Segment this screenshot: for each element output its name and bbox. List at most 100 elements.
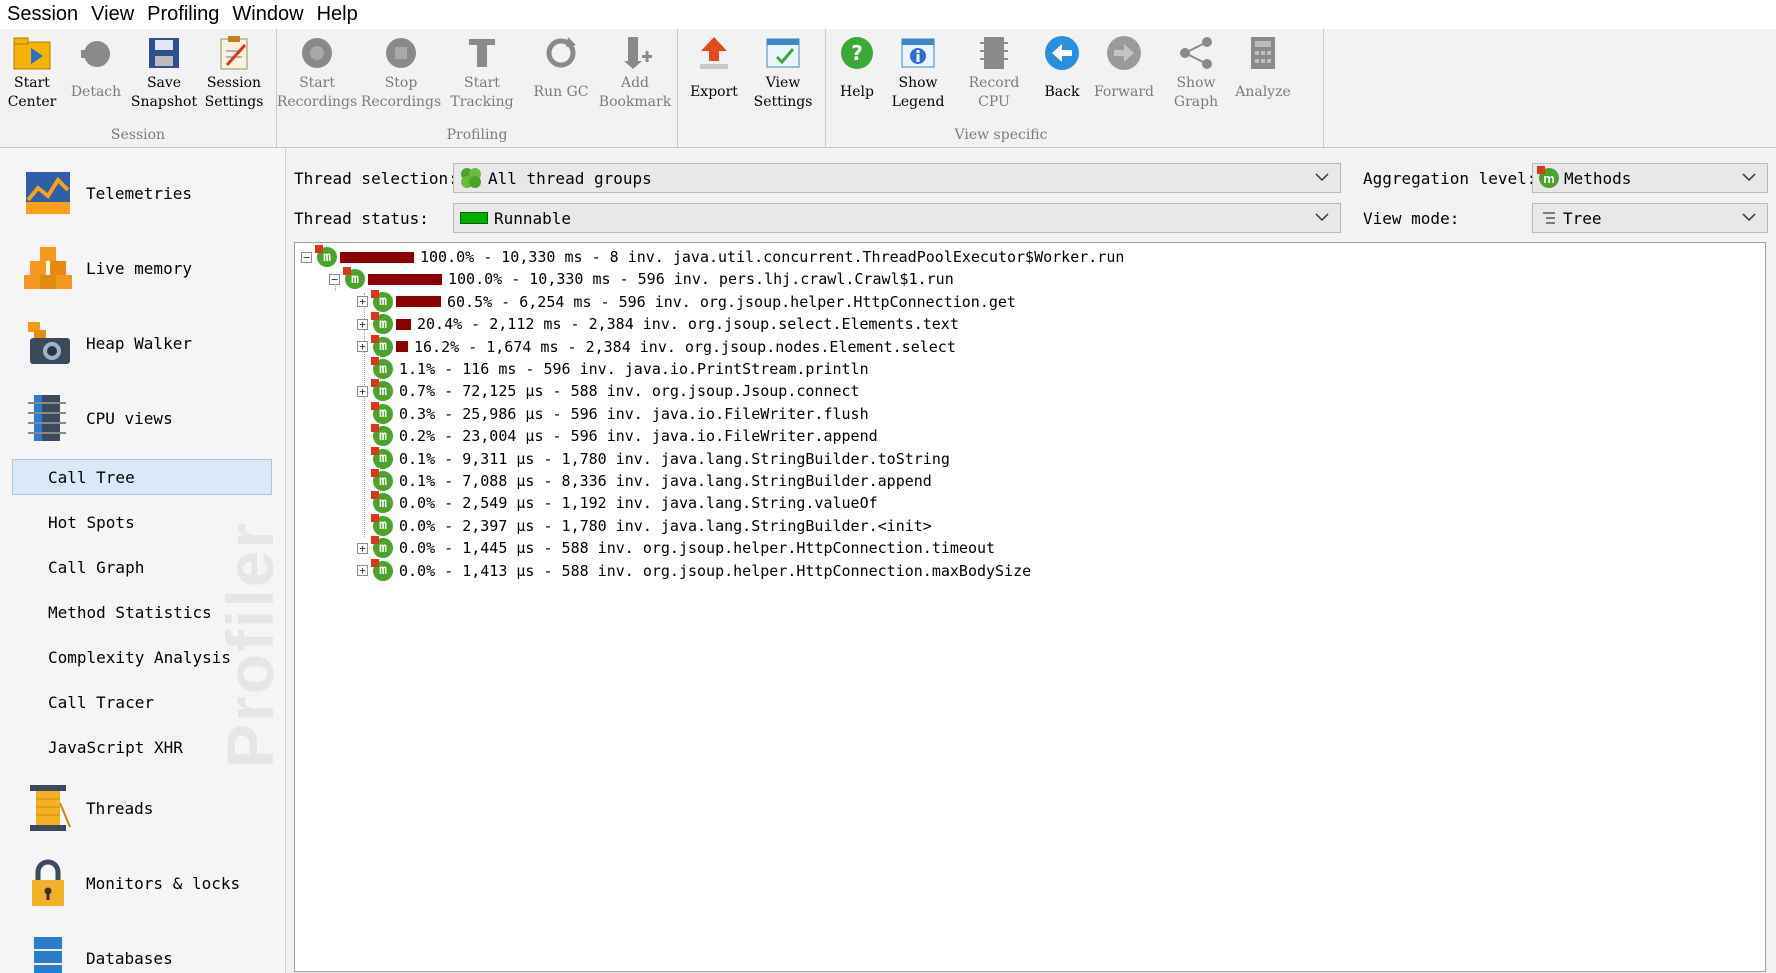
method-icon: m <box>371 491 393 514</box>
tree-row[interactable]: m 0.1% - 7,088 µs - 8,336 inv. java.lang.… <box>357 469 932 492</box>
record-cpu-button[interactable]: Record CPU <box>964 33 1024 123</box>
view-settings-icon <box>763 33 803 73</box>
save-snapshot-button[interactable]: Save Snapshot <box>131 33 197 123</box>
tree-row[interactable]: m 0.3% - 25,986 µs - 596 inv. java.io.Fil… <box>357 401 869 425</box>
expand-icon[interactable]: + <box>357 385 368 397</box>
thread-selection-dropdown[interactable]: All thread groups <box>453 163 1341 193</box>
disk-icon <box>144 33 184 73</box>
analyze-button[interactable]: Analyze <box>1228 33 1298 123</box>
tree-row[interactable]: + m 20.4% - 2,112 ms - 2,384 inv. org.jsou… <box>357 312 959 335</box>
cpu-chip-icon <box>974 33 1014 73</box>
chevron-down-icon <box>1314 209 1330 230</box>
expand-icon[interactable]: + <box>357 318 368 330</box>
collapse-icon[interactable]: − <box>301 251 312 263</box>
session-settings-button[interactable]: Session Settings <box>202 33 266 123</box>
tree-row[interactable]: + m 0.7% - 72,125 µs - 588 inv. org.jsoup.… <box>357 379 860 402</box>
expand-icon[interactable]: + <box>357 542 368 554</box>
tree-row[interactable]: m 0.1% - 9,311 µs - 1,780 inv. java.lang.… <box>357 446 950 470</box>
view-settings-button[interactable]: View Settings <box>750 33 816 123</box>
stop-recordings-button[interactable]: Stop Recordings <box>361 33 441 123</box>
tree-row-label: 0.0% - 2,549 µs - 1,192 inv. java.lang.S… <box>399 494 878 513</box>
tree-row-label: 0.3% - 25,986 µs - 596 inv. java.io.File… <box>399 404 869 423</box>
sidebar-section-heap-walker[interactable]: Heap Walker <box>0 313 285 373</box>
sidebar-section-live-memory[interactable]: Live memory <box>0 238 285 298</box>
run-gc-button[interactable]: Run GC <box>529 33 593 123</box>
tree-row[interactable]: m 1.1% - 116 ms - 596 inv. java.io.PrintS… <box>357 357 869 380</box>
record-stop-icon <box>381 33 421 73</box>
folder-icon <box>12 33 52 73</box>
database-icon <box>22 933 74 973</box>
sidebar-item-call-tracer[interactable]: Call Tracer <box>48 693 154 712</box>
collapse-icon[interactable]: − <box>329 273 340 285</box>
method-icon: m <box>371 558 393 581</box>
sidebar-item-call-graph[interactable]: Call Graph <box>48 558 144 577</box>
tree-row[interactable]: + m 60.5% - 6,254 ms - 596 inv. org.jsoup.… <box>357 289 1016 313</box>
tree-row[interactable]: + m 16.2% - 1,674 ms - 2,384 inv. org.jsou… <box>357 334 956 358</box>
method-icon: m <box>371 289 393 312</box>
back-arrow-icon <box>1042 33 1082 73</box>
add-bookmark-button[interactable]: Add Bookmark <box>599 33 671 123</box>
tree-row[interactable]: m 0.2% - 23,004 µs - 596 inv. java.io.Fil… <box>357 424 878 447</box>
tree-row[interactable]: + m 0.0% - 1,413 µs - 588 inv. org.jsoup.h… <box>357 558 1031 582</box>
method-icon: m <box>371 513 393 536</box>
menu-view[interactable]: View <box>84 0 140 29</box>
tree-row-label: 0.2% - 23,004 µs - 596 inv. java.io.File… <box>399 427 878 446</box>
sidebar-item-complexity-analysis[interactable]: Complexity Analysis <box>48 648 231 667</box>
help-button[interactable]: ? Help <box>832 33 882 123</box>
tree-row-label: 0.1% - 7,088 µs - 8,336 inv. java.lang.S… <box>399 472 932 490</box>
cpu-views-icon <box>22 393 74 443</box>
start-recordings-button[interactable]: Start Recordings <box>277 33 357 123</box>
tree-row[interactable]: m 0.0% - 2,397 µs - 1,780 inv. java.lang.… <box>357 513 932 537</box>
call-tree[interactable]: − m 100.0% - 10,330 ms - 8 inv. java.util.… <box>294 242 1766 972</box>
sidebar-section-threads[interactable]: Threads <box>0 778 285 838</box>
method-icon: m <box>371 536 393 559</box>
forward-button[interactable]: Forward <box>1092 33 1156 123</box>
sidebar-item-call-tree[interactable]: Call Tree <box>48 468 135 487</box>
method-icon: m <box>371 469 393 491</box>
record-start-icon <box>297 33 337 73</box>
percentage-bar <box>396 341 408 353</box>
method-icon: m <box>371 357 393 379</box>
menu-help[interactable]: Help <box>310 0 364 29</box>
aggregation-level-dropdown[interactable]: m Methods <box>1532 163 1768 193</box>
expand-icon[interactable]: + <box>357 296 368 308</box>
back-button[interactable]: Back <box>1036 33 1088 123</box>
menu-session[interactable]: Session <box>0 0 84 29</box>
tree-row-label: 60.5% - 6,254 ms - 596 inv. org.jsoup.he… <box>447 292 1016 311</box>
thread-selection-label: Thread selection: <box>294 169 458 188</box>
toolbar-group-profiling: Start Recordings Stop Recordings Start T… <box>277 29 678 147</box>
detach-icon <box>76 33 116 73</box>
tree-row[interactable]: + m 0.0% - 1,445 µs - 588 inv. org.jsoup.h… <box>357 536 995 559</box>
threads-spool-icon <box>22 783 74 833</box>
sidebar-item-method-statistics[interactable]: Method Statistics <box>48 603 212 622</box>
sidebar-item-javascript-xhr[interactable]: JavaScript XHR <box>48 738 183 757</box>
sidebar-section-databases[interactable]: Databases <box>0 928 285 973</box>
thread-status-dropdown[interactable]: Runnable <box>453 203 1341 233</box>
export-button[interactable]: Export <box>684 33 744 123</box>
start-center-button[interactable]: Start Center <box>4 33 60 123</box>
thread-status-label: Thread status: <box>294 209 429 228</box>
show-legend-button[interactable]: Show Legend <box>886 33 950 123</box>
chevron-down-icon <box>1741 209 1757 230</box>
menu-window[interactable]: Window <box>225 0 309 29</box>
start-tracking-button[interactable]: Start Tracking <box>447 33 517 123</box>
percentage-bar <box>396 318 411 330</box>
sidebar-section-telemetries[interactable]: Telemetries <box>0 163 285 223</box>
expand-icon[interactable]: + <box>357 565 368 577</box>
tree-row-label: 1.1% - 116 ms - 596 inv. java.io.PrintSt… <box>399 360 869 378</box>
menu-profiling[interactable]: Profiling <box>140 0 225 29</box>
tree-row[interactable]: − m 100.0% - 10,330 ms - 596 inv. pers.lhj… <box>329 267 954 290</box>
legend-info-icon <box>898 33 938 73</box>
tree-row-label: 100.0% - 10,330 ms - 8 inv. java.util.co… <box>420 248 1125 266</box>
view-mode-dropdown[interactable]: Tree <box>1532 203 1768 233</box>
show-graph-button[interactable]: Show Graph <box>1166 33 1226 123</box>
expand-icon[interactable]: + <box>357 341 368 353</box>
detach-button[interactable]: Detach <box>66 33 126 123</box>
sidebar-section-monitors-locks[interactable]: Monitors & locks <box>0 853 285 913</box>
sidebar-item-hot-spots[interactable]: Hot Spots <box>48 513 135 532</box>
menu-bar: Session View Profiling Window Help <box>0 0 1776 29</box>
toolbar-group-export: Export View Settings <box>678 29 826 147</box>
tree-row[interactable]: − m 100.0% - 10,330 ms - 8 inv. java.util.… <box>301 245 1125 268</box>
sidebar-section-cpu-views[interactable]: CPU views <box>0 388 285 448</box>
tree-row[interactable]: m 0.0% - 2,549 µs - 1,192 inv. java.lang.… <box>357 491 878 514</box>
